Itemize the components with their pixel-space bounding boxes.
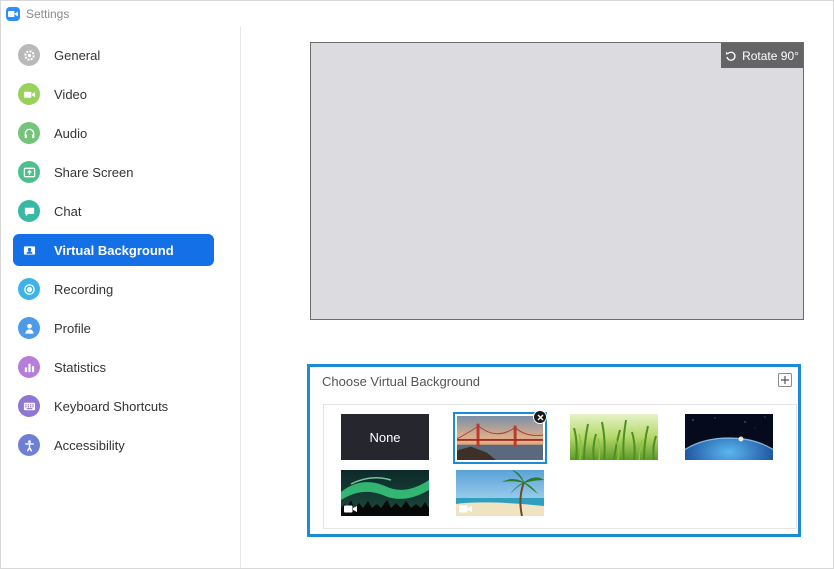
sidebar-item-recording[interactable]: Recording xyxy=(13,273,214,305)
bar-chart-icon xyxy=(18,356,40,378)
share-screen-icon xyxy=(18,161,40,183)
close-icon xyxy=(537,414,543,420)
sidebar-item-label: Audio xyxy=(54,125,88,141)
background-thumbnail-none[interactable]: None xyxy=(341,414,429,460)
panel-title: Choose Virtual Background xyxy=(322,374,481,389)
sidebar-item-statistics[interactable]: Statistics xyxy=(13,351,214,383)
gear-icon xyxy=(18,44,40,66)
person-card-icon xyxy=(18,239,40,261)
sidebar-item-general[interactable]: General xyxy=(13,39,214,71)
settings-window: Settings General Video Audio Share Scree… xyxy=(0,0,834,569)
delete-background-button[interactable] xyxy=(533,410,547,424)
background-thumbnail-golden-gate[interactable] xyxy=(453,412,547,464)
window-title: Settings xyxy=(26,6,70,21)
sidebar-item-audio[interactable]: Audio xyxy=(13,117,214,149)
accessibility-icon xyxy=(18,434,40,456)
settings-sidebar: General Video Audio Share Screen Chat Vi… xyxy=(1,26,241,568)
add-background-button[interactable] xyxy=(778,373,792,387)
sidebar-item-share-screen[interactable]: Share Screen xyxy=(13,156,214,188)
background-thumbnail-grass[interactable] xyxy=(570,414,658,460)
zoom-app-icon xyxy=(6,6,20,21)
sidebar-item-label: Recording xyxy=(54,281,114,297)
thumbnail-label: None xyxy=(369,429,401,445)
sidebar-item-label: Share Screen xyxy=(54,164,134,180)
sidebar-item-chat[interactable]: Chat xyxy=(13,195,214,227)
sidebar-item-keyboard-shortcuts[interactable]: Keyboard Shortcuts xyxy=(13,390,214,422)
video-camera-icon xyxy=(459,505,472,513)
sidebar-item-accessibility[interactable]: Accessibility xyxy=(13,429,214,461)
keyboard-icon xyxy=(18,395,40,417)
earth-from-space-image xyxy=(685,414,773,460)
background-thumbnail-aurora[interactable] xyxy=(341,470,429,516)
record-icon xyxy=(18,278,40,300)
plus-icon xyxy=(781,376,789,384)
sidebar-item-label: General xyxy=(54,47,101,63)
rotate-button-label: Rotate 90° xyxy=(742,48,799,63)
grass-image xyxy=(570,414,658,460)
sidebar-item-virtual-background[interactable]: Virtual Background xyxy=(13,234,214,266)
background-thumbnail-earth[interactable] xyxy=(685,414,773,460)
sidebar-item-label: Chat xyxy=(54,203,82,219)
headphones-icon xyxy=(18,122,40,144)
sidebar-item-label: Accessibility xyxy=(54,437,125,453)
sidebar-item-label: Video xyxy=(54,86,88,102)
rotate-button[interactable]: Rotate 90° xyxy=(721,43,803,68)
background-thumbnail-grid: None xyxy=(323,404,797,529)
virtual-background-panel: Choose Virtual Background None xyxy=(307,364,801,537)
golden-gate-image xyxy=(457,416,543,460)
video-camera-icon xyxy=(344,505,357,513)
sidebar-item-label: Virtual Background xyxy=(54,242,174,258)
video-preview: Rotate 90° xyxy=(310,42,804,320)
background-thumbnail-beach[interactable] xyxy=(456,470,544,516)
sidebar-item-label: Statistics xyxy=(54,359,107,375)
video-camera-icon xyxy=(18,83,40,105)
chat-bubble-icon xyxy=(18,200,40,222)
sidebar-item-video[interactable]: Video xyxy=(13,78,214,110)
title-bar: Settings xyxy=(1,1,833,26)
sidebar-item-label: Profile xyxy=(54,320,91,336)
sidebar-item-profile[interactable]: Profile xyxy=(13,312,214,344)
rotate-icon xyxy=(725,51,736,61)
person-icon xyxy=(18,317,40,339)
sidebar-item-label: Keyboard Shortcuts xyxy=(54,398,169,414)
